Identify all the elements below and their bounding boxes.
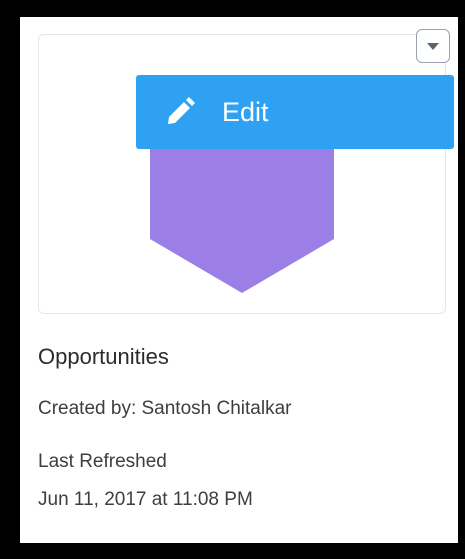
last-refreshed-value: Jun 11, 2017 at 11:08 PM bbox=[38, 489, 253, 510]
dashboard-card: Edit Opportunities Created by: Santosh C… bbox=[20, 17, 458, 543]
pencil-icon bbox=[162, 94, 198, 130]
card-menu-toggle-button[interactable] bbox=[416, 29, 450, 63]
last-refreshed-label: Last Refreshed bbox=[38, 451, 167, 472]
chevron-down-icon bbox=[427, 43, 439, 50]
menu-item-label: Edit bbox=[222, 96, 269, 127]
created-by-text: Created by: Santosh Chitalkar bbox=[38, 398, 292, 419]
card-title[interactable]: Opportunities bbox=[38, 344, 169, 370]
menu-item-edit[interactable]: Edit bbox=[136, 75, 454, 149]
